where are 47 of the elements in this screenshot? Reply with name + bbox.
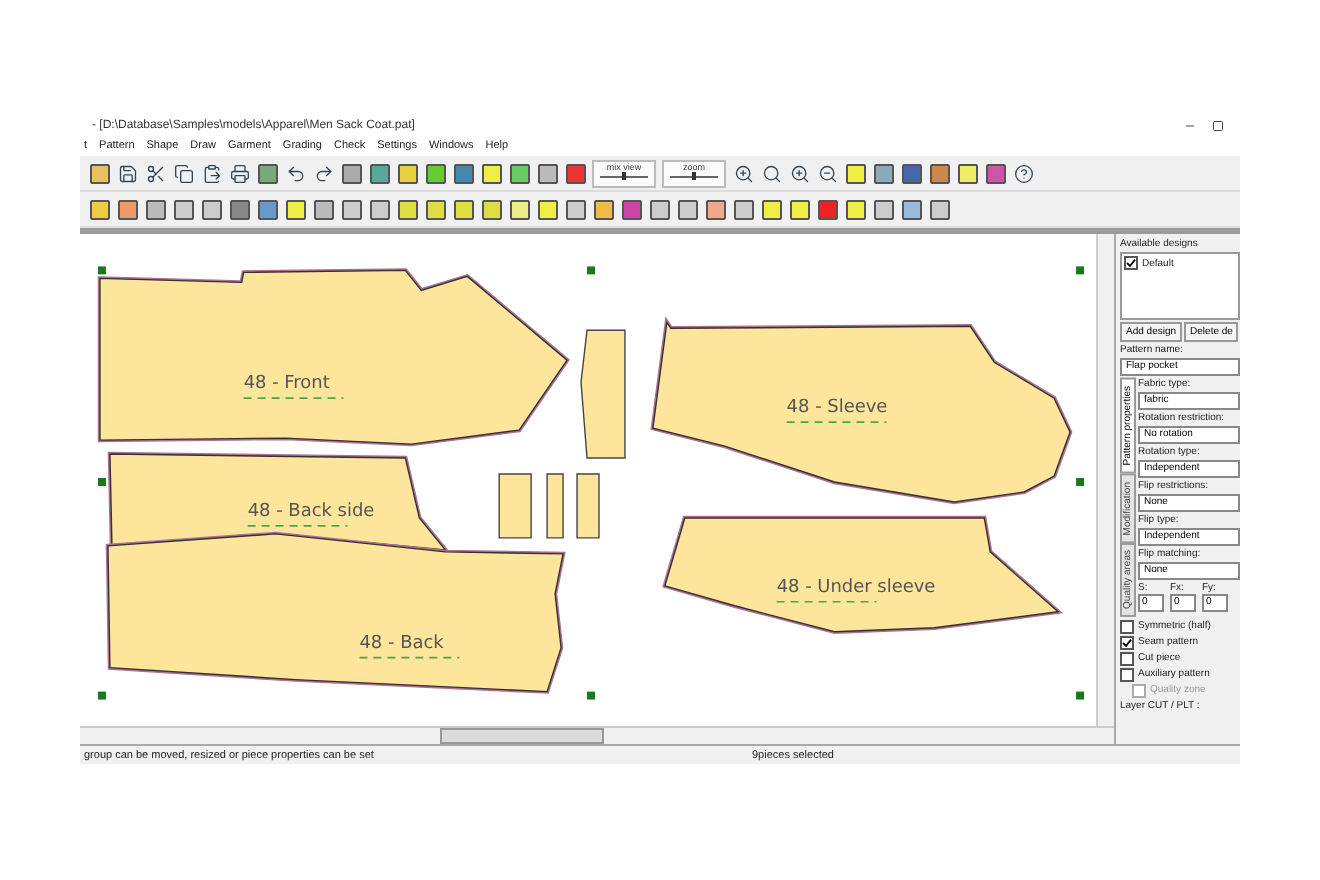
printer-icon[interactable] bbox=[229, 163, 249, 183]
selection-handle[interactable] bbox=[1076, 266, 1085, 275]
selection-handle[interactable] bbox=[97, 266, 106, 275]
pattern-piece[interactable] bbox=[498, 473, 532, 539]
paste-icon[interactable] bbox=[201, 163, 221, 183]
vertical-scrollbar[interactable] bbox=[1096, 234, 1114, 726]
piece-label: 48 - Back bbox=[359, 633, 444, 654]
checkbox[interactable] bbox=[1120, 667, 1134, 682]
piece-label: 48 - Back side bbox=[247, 501, 375, 522]
selection-handle[interactable] bbox=[97, 691, 106, 700]
pattern-piece[interactable] bbox=[546, 473, 564, 539]
help-icon[interactable] bbox=[1013, 163, 1033, 183]
search-icon[interactable] bbox=[761, 163, 781, 183]
grain-line bbox=[775, 600, 878, 603]
zoom-in-icon[interactable] bbox=[789, 163, 809, 183]
selection-handle[interactable] bbox=[1076, 691, 1085, 700]
checkbox[interactable] bbox=[1120, 619, 1134, 634]
grain-line bbox=[358, 656, 461, 659]
selection-handle[interactable] bbox=[587, 266, 595, 275]
zoom-out-icon[interactable] bbox=[817, 163, 837, 183]
checkbox[interactable] bbox=[1120, 651, 1134, 666]
horizontal-scrollbar[interactable] bbox=[80, 726, 1114, 744]
selection-handle[interactable] bbox=[97, 478, 106, 486]
piece-label: 48 - Front bbox=[243, 374, 330, 395]
pattern-piece[interactable] bbox=[576, 473, 600, 539]
pattern-piece[interactable] bbox=[580, 329, 626, 459]
maximize-icon[interactable] bbox=[1212, 120, 1224, 132]
piece-label: 48 - Under sleeve bbox=[776, 577, 936, 598]
selection-handle[interactable] bbox=[1076, 478, 1085, 486]
grain-line bbox=[246, 525, 349, 527]
design-checkbox[interactable] bbox=[1124, 256, 1138, 270]
scroll-thumb[interactable] bbox=[440, 728, 604, 744]
checkbox[interactable] bbox=[1120, 635, 1134, 650]
pattern-piece[interactable] bbox=[662, 515, 1064, 634]
save-icon[interactable] bbox=[117, 163, 137, 183]
scissors-icon[interactable] bbox=[145, 163, 165, 183]
grain-line bbox=[785, 421, 888, 423]
copy-icon[interactable] bbox=[173, 163, 193, 183]
piece-label: 48 - Sleeve bbox=[786, 398, 888, 419]
grain-line bbox=[242, 397, 345, 399]
pattern-piece[interactable] bbox=[97, 268, 570, 447]
pattern-piece[interactable] bbox=[650, 316, 1073, 505]
minimize-icon[interactable] bbox=[1184, 120, 1196, 132]
undo-icon[interactable] bbox=[285, 163, 305, 183]
zoom-in-icon[interactable] bbox=[733, 163, 753, 183]
selection-handle[interactable] bbox=[587, 691, 595, 700]
redo-icon[interactable] bbox=[313, 163, 333, 183]
